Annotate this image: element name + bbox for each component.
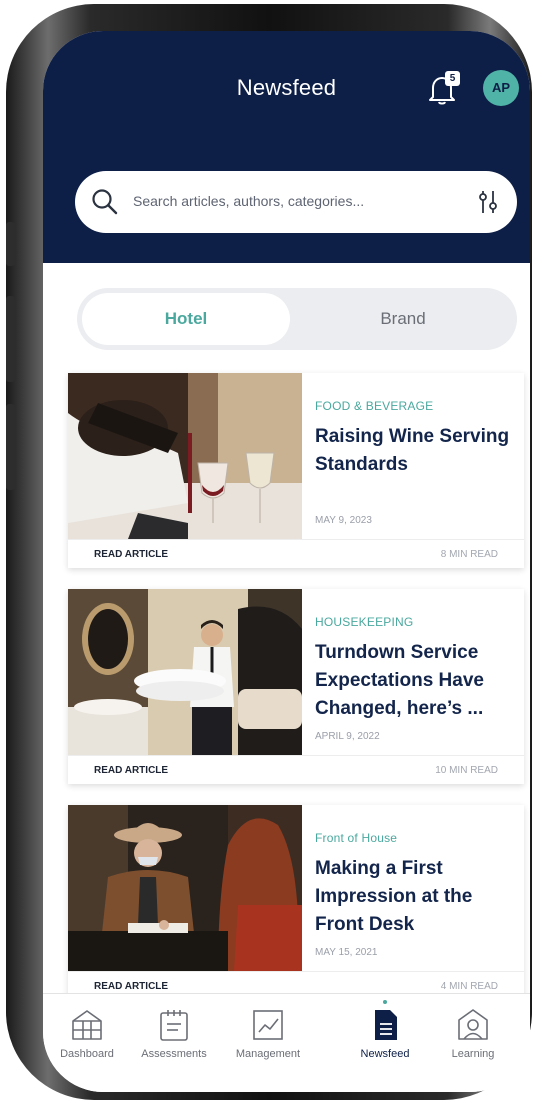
bottom-navigation: Dashboard Assessments Management Newsfee… <box>43 993 530 1092</box>
read-time: 4 MIN READ <box>440 981 498 992</box>
nav-item-newsfeed[interactable]: Newsfeed <box>340 1000 430 1060</box>
search-input[interactable]: Search articles, authors, categories... <box>133 193 364 209</box>
read-article-link[interactable]: READ ARTICLE <box>94 765 168 776</box>
learning-icon <box>458 1009 488 1040</box>
nav-label: Assessments <box>141 1048 207 1060</box>
nav-item-management[interactable]: Management <box>223 1008 313 1060</box>
newsfeed-icon <box>375 1010 397 1040</box>
search-icon <box>92 189 118 215</box>
article-category: Front of House <box>315 831 398 845</box>
article-date: MAY 9, 2023 <box>315 515 372 526</box>
tab-hotel[interactable]: Hotel <box>82 293 290 345</box>
article-category: HOUSEKEEPING <box>315 615 414 629</box>
read-article-link[interactable]: READ ARTICLE <box>94 549 168 560</box>
nav-item-dashboard[interactable]: Dashboard <box>43 1008 132 1060</box>
read-time: 8 MIN READ <box>440 549 498 560</box>
nav-label: Management <box>235 1048 301 1060</box>
read-time: 10 MIN READ <box>435 765 498 776</box>
article-title[interactable]: Turndown Service Expectations Have Chang… <box>315 639 515 723</box>
article-title[interactable]: Making a First Impression at the Front D… <box>315 855 515 939</box>
article-image-housekeeping <box>68 589 302 755</box>
nav-label: Dashboard <box>60 1048 114 1060</box>
article-footer: READ ARTICLE 10 MIN READ <box>68 755 524 784</box>
app-header: Newsfeed 5 AP Search articles, authors, … <box>43 31 530 263</box>
app-screen: Newsfeed 5 AP Search articles, authors, … <box>43 31 530 1092</box>
article-image-wine <box>68 373 302 539</box>
article-category: FOOD & BEVERAGE <box>315 399 434 413</box>
nav-label: Learning <box>451 1048 495 1060</box>
nav-label: Newsfeed <box>360 1048 410 1060</box>
tab-brand[interactable]: Brand <box>295 293 511 345</box>
read-article-link[interactable]: READ ARTICLE <box>94 981 168 992</box>
volume-up-button <box>6 296 15 382</box>
segment-tabs: Hotel Brand <box>77 288 517 350</box>
article-title[interactable]: Raising Wine Serving Standards <box>315 423 515 479</box>
filter-sliders-icon[interactable] <box>477 189 499 215</box>
nav-item-assessments[interactable]: Assessments <box>129 1008 219 1060</box>
management-icon <box>253 1010 283 1040</box>
article-date: MAY 15, 2021 <box>315 947 378 958</box>
search-bar[interactable]: Search articles, authors, categories... <box>75 171 517 233</box>
article-date: APRIL 9, 2022 <box>315 731 380 742</box>
article-card[interactable]: Front of House Making a First Impression… <box>68 805 524 1000</box>
article-card[interactable]: FOOD & BEVERAGE Raising Wine Serving Sta… <box>68 373 524 568</box>
nav-item-learning[interactable]: Learning <box>428 1008 518 1060</box>
active-indicator-dot <box>383 1000 387 1004</box>
article-image-front-desk <box>68 805 302 971</box>
volume-down-button <box>6 404 15 490</box>
article-card[interactable]: HOUSEKEEPING Turndown Service Expectatio… <box>68 589 524 784</box>
dashboard-icon <box>72 1010 102 1040</box>
phone-frame: Newsfeed 5 AP Search articles, authors, … <box>6 4 532 1100</box>
user-avatar[interactable]: AP <box>483 70 519 106</box>
article-footer: READ ARTICLE 8 MIN READ <box>68 539 524 568</box>
mute-switch <box>6 222 15 266</box>
assessments-icon <box>160 1010 188 1041</box>
notification-count-badge: 5 <box>445 71 460 86</box>
